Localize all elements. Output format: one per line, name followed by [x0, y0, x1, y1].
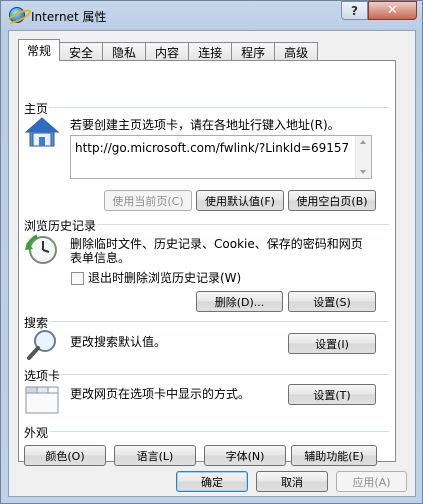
- tab-security[interactable]: 安全: [59, 42, 104, 61]
- scroll-down-arrow-icon[interactable]: [360, 170, 366, 174]
- home-page-url-textarea[interactable]: http://go.microsoft.com/fwlink/?LinkId=6…: [70, 135, 372, 179]
- appearance-group-divider: [49, 431, 389, 432]
- delete-history-on-exit-checkbox[interactable]: [71, 272, 84, 285]
- use-blank-button[interactable]: 使用空白页(B): [288, 190, 376, 211]
- delete-history-button[interactable]: 删除(D)...: [196, 291, 283, 312]
- tabs-settings-button[interactable]: 设置(T): [288, 384, 376, 405]
- home-page-description: 若要创建主页选项卡，请在各地址行键入地址(R)。: [70, 118, 340, 132]
- general-tab-panel: 主页 若要创建主页选项卡，请在各地址行键入地址(R)。 http://go.mi…: [18, 60, 396, 466]
- cancel-button[interactable]: 取消: [256, 471, 328, 492]
- history-group-divider: [97, 224, 389, 225]
- fonts-button[interactable]: 字体(N): [204, 445, 286, 466]
- search-settings-button[interactable]: 设置(I): [288, 333, 376, 354]
- use-default-button[interactable]: 使用默认值(F): [196, 190, 284, 211]
- help-button[interactable]: ?: [341, 1, 368, 20]
- tabs-window-icon: [25, 386, 59, 414]
- title-bar[interactable]: Internet 属性 ? ✕: [1, 1, 422, 31]
- tab-advanced[interactable]: 高级: [274, 42, 319, 61]
- history-settings-button[interactable]: 设置(S): [288, 291, 376, 312]
- home-icon: [25, 117, 59, 147]
- tab-programs[interactable]: 程序: [231, 42, 276, 61]
- close-button[interactable]: ✕: [368, 1, 417, 20]
- apply-button[interactable]: 应用(A): [336, 471, 407, 492]
- search-description: 更改搜索默认值。: [70, 335, 167, 349]
- tab-connections[interactable]: 连接: [188, 42, 233, 61]
- history-description-line1: 删除临时文件、历史记录、Cookie、保存的密码和网页: [70, 237, 363, 251]
- search-group-divider: [49, 321, 389, 322]
- dialog-client-area: 常规 安全 隐私 内容 连接 程序 高级 主页 若要创建主页选项卡，请在各地址行…: [8, 30, 416, 497]
- tab-general[interactable]: 常规: [18, 39, 61, 61]
- ok-button[interactable]: 确定: [176, 471, 248, 492]
- tabs-group-title: 选项卡: [24, 369, 61, 383]
- tab-strip: 常规 安全 隐私 内容 连接 程序 高级: [18, 39, 319, 61]
- home-page-url-value: http://go.microsoft.com/fwlink/?LinkId=6…: [75, 141, 350, 155]
- internet-explorer-icon: [9, 7, 25, 23]
- use-current-page-button[interactable]: 使用当前页(C): [104, 190, 192, 211]
- tabs-description: 更改网页在选项卡中显示的方式。: [70, 387, 251, 401]
- appearance-group-title: 外观: [24, 426, 49, 440]
- history-group-title: 浏览历史记录: [24, 219, 97, 233]
- home-page-group-divider: [49, 107, 389, 108]
- home-page-group-title: 主页: [24, 102, 49, 116]
- delete-history-on-exit-label[interactable]: 退出时删除浏览历史记录(W): [88, 271, 241, 285]
- url-scrollbar[interactable]: [355, 136, 371, 178]
- accessibility-button[interactable]: 辅助功能(E): [291, 445, 377, 466]
- search-magnifier-icon: [27, 330, 56, 360]
- languages-button[interactable]: 语言(L): [114, 445, 196, 466]
- tabs-group-divider: [61, 374, 389, 375]
- scroll-up-arrow-icon[interactable]: [360, 140, 366, 144]
- tab-content[interactable]: 内容: [145, 42, 190, 61]
- history-description-line2: 表单信息。: [70, 251, 131, 265]
- history-clock-icon: [25, 234, 57, 264]
- tab-privacy[interactable]: 隐私: [102, 42, 147, 61]
- dialog-window: Internet 属性 ? ✕ 常规 安全 隐私 内容 连接 程序 高级 主页 …: [0, 0, 423, 504]
- window-title: Internet 属性: [31, 10, 107, 24]
- colors-button[interactable]: 颜色(O): [24, 445, 106, 466]
